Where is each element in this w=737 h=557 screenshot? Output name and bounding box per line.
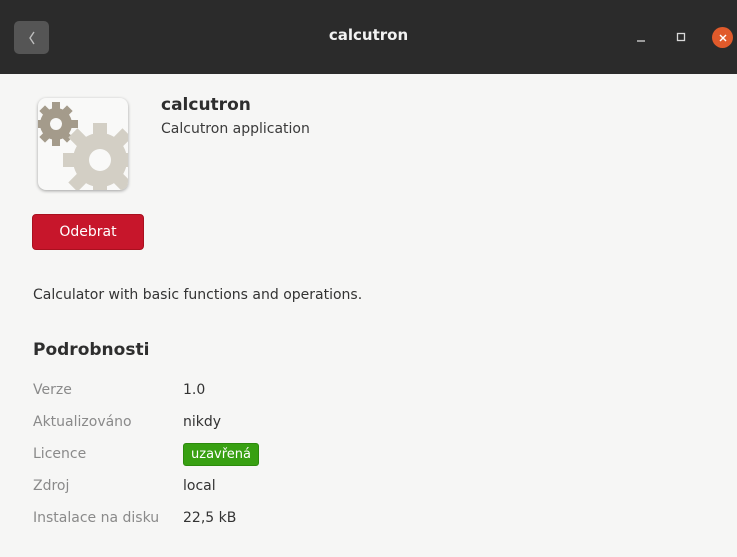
detail-value: 22,5 kB	[183, 510, 237, 526]
app-summary: Calcutron application	[161, 121, 310, 137]
minimize-icon	[637, 40, 645, 42]
detail-row-version: Verze 1.0	[33, 378, 259, 402]
app-name: calcutron	[161, 95, 251, 115]
close-button[interactable]	[712, 27, 733, 48]
app-description: Calculator with basic functions and oper…	[33, 287, 363, 303]
detail-row-source: Zdroj local	[33, 474, 259, 498]
license-badge[interactable]: uzavřená	[183, 442, 259, 466]
maximize-button[interactable]	[670, 26, 692, 48]
detail-value: 1.0	[183, 382, 206, 398]
minimize-button[interactable]	[630, 26, 652, 48]
detail-key: Licence	[33, 446, 87, 462]
detail-key: Instalace na disku	[33, 510, 160, 526]
details-list: Verze 1.0 Aktualizováno nikdy Licence uz…	[33, 378, 259, 538]
close-icon	[719, 34, 726, 41]
detail-value: nikdy	[183, 414, 222, 430]
detail-value: local	[183, 478, 216, 494]
detail-key: Aktualizováno	[33, 414, 132, 430]
detail-row-installed-size: Instalace na disku 22,5 kB	[33, 506, 259, 530]
details-heading: Podrobnosti	[33, 340, 150, 360]
window-title: calcutron	[328, 26, 409, 44]
detail-key: Verze	[33, 382, 72, 398]
detail-row-updated: Aktualizováno nikdy	[33, 410, 259, 434]
maximize-icon	[676, 32, 686, 42]
detail-row-license: Licence uzavřená	[33, 442, 259, 466]
title-bar: calcutron	[0, 0, 737, 74]
detail-key: Zdroj	[33, 478, 70, 494]
remove-button[interactable]: Odebrat	[32, 214, 144, 250]
gear-icon	[38, 102, 128, 190]
app-details-content: calcutron Calcutron application Odebrat …	[0, 74, 737, 557]
app-details-window: calcutron calcutron Calcutron applicatio…	[0, 0, 737, 557]
app-icon	[38, 98, 128, 190]
